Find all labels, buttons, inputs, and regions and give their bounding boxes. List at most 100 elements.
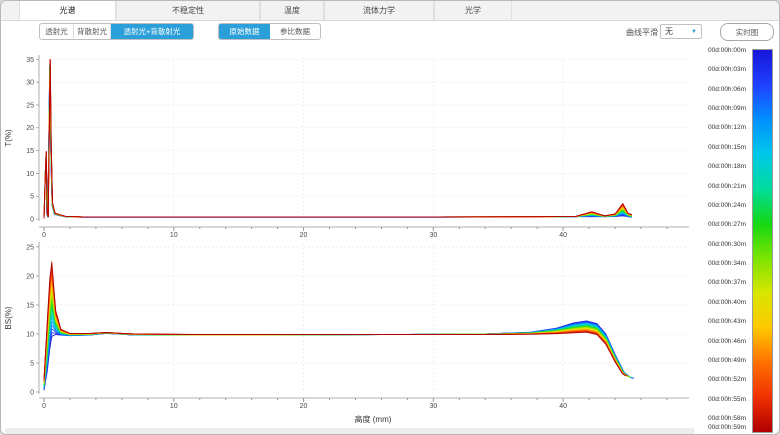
legend-time-label: 00d:00h:00m bbox=[694, 47, 746, 54]
horizontal-scrollbar[interactable] bbox=[5, 428, 695, 434]
chart-canvas[interactable]: 05101520253035010203040T(%)0510152025010… bbox=[1, 39, 701, 435]
y-axis-tick-label: 0 bbox=[30, 217, 34, 224]
scan-curve bbox=[44, 310, 631, 386]
signal-button[interactable]: 透射光+背散射光 bbox=[111, 24, 193, 39]
scan-curve bbox=[44, 61, 632, 219]
smoothing-value: 无 bbox=[665, 26, 673, 37]
scan-curve bbox=[44, 62, 632, 219]
tab-label: 流体力学 bbox=[363, 5, 395, 16]
x-axis-tick-label: 30 bbox=[429, 403, 437, 410]
scan-curve bbox=[44, 66, 632, 218]
y-axis-tick-label: 20 bbox=[26, 125, 34, 132]
legend-time-label: 00d:00h:59m bbox=[694, 424, 746, 431]
legend-time-label: 00d:00h:15m bbox=[694, 144, 746, 151]
legend-time-label: 00d:00h:34m bbox=[694, 260, 746, 267]
legend-time-label: 00d:00h:49m bbox=[694, 357, 746, 364]
signal-button-group: 透射光背散射光 透射光+背散射光 bbox=[39, 23, 194, 40]
tab-label: 不稳定性 bbox=[172, 5, 204, 16]
legend-time-label: 00d:00h:30m bbox=[694, 241, 746, 248]
scan-curve bbox=[44, 318, 632, 388]
dataset-button-label: 原始数据 bbox=[230, 26, 260, 37]
x-axis-tick-label: 0 bbox=[42, 403, 46, 410]
x-axis-tick-label: 40 bbox=[559, 232, 567, 239]
y-axis-tick-label: 0 bbox=[30, 390, 34, 397]
scan-curve bbox=[44, 277, 628, 382]
legend-time-label: 00d:00h:37m bbox=[694, 279, 746, 286]
x-axis-tick-label: 10 bbox=[170, 403, 178, 410]
signal-button[interactable]: 透射光 bbox=[40, 24, 74, 39]
scan-curve bbox=[44, 61, 632, 218]
signal-button-label: 透射光 bbox=[45, 26, 68, 37]
x-axis-tick-label: 40 bbox=[559, 403, 567, 410]
scan-curve bbox=[44, 62, 632, 218]
signal-button-label: 背散射光 bbox=[77, 26, 107, 37]
scan-curve bbox=[44, 269, 627, 380]
dataset-button[interactable]: 参比数据 bbox=[270, 24, 320, 39]
y-axis-title: BS(%) bbox=[4, 306, 13, 329]
legend-time-label: 00d:00h:09m bbox=[694, 105, 746, 112]
scan-curve bbox=[44, 59, 632, 218]
y-axis-tick-label: 35 bbox=[26, 57, 34, 64]
tab-2[interactable]: 不稳定性 bbox=[116, 1, 260, 20]
x-axis-tick-label: 20 bbox=[300, 403, 308, 410]
smoothing-select[interactable]: 无 ▼ bbox=[660, 24, 702, 39]
legend-time-label: 00d:00h:55m bbox=[694, 396, 746, 403]
scan-curve bbox=[44, 314, 632, 387]
dataset-button[interactable]: 原始数据 bbox=[219, 24, 270, 39]
y-axis-tick-label: 5 bbox=[30, 194, 34, 201]
time-legend: 00d:00h:00m 00d:00h:03m 00d:00h:06m 00d:00h… bbox=[694, 39, 779, 435]
y-axis-tick-label: 20 bbox=[26, 273, 34, 280]
scan-curve bbox=[44, 64, 632, 219]
tab-3[interactable]: 温度 bbox=[260, 1, 324, 20]
scan-curve bbox=[44, 63, 632, 218]
scan-curve bbox=[44, 64, 632, 218]
scan-curve bbox=[44, 266, 626, 380]
y-axis-tick-label: 25 bbox=[26, 244, 34, 251]
signal-button-label: 透射光+背散射光 bbox=[124, 26, 181, 37]
tab-1[interactable]: 光谱 bbox=[19, 1, 116, 20]
signal-button[interactable]: 背散射光 bbox=[74, 24, 111, 39]
x-axis-tick-label: 0 bbox=[42, 232, 46, 239]
scan-curve bbox=[44, 65, 632, 219]
tab-4[interactable]: 流体力学 bbox=[324, 1, 434, 20]
tab-label: 光谱 bbox=[60, 5, 76, 16]
scan-curve bbox=[44, 63, 632, 219]
y-axis-tick-label: 5 bbox=[30, 360, 34, 367]
legend-time-label: 00d:00h:43m bbox=[694, 318, 746, 325]
y-axis-title: T(%) bbox=[4, 129, 13, 147]
scan-curve bbox=[44, 60, 632, 218]
scan-curve bbox=[44, 60, 632, 219]
scan-curve bbox=[44, 307, 631, 386]
legend-time-label: 00d:00h:52m bbox=[694, 376, 746, 383]
scan-curve bbox=[44, 299, 630, 385]
legend-time-label: 00d:00h:12m bbox=[694, 124, 746, 131]
legend-time-label: 00d:00h:03m bbox=[694, 66, 746, 73]
scan-curve bbox=[44, 65, 632, 218]
scan-curve bbox=[44, 60, 632, 218]
scan-curve bbox=[44, 63, 632, 218]
scan-curve bbox=[44, 262, 626, 379]
y-axis-tick-label: 10 bbox=[26, 331, 34, 338]
realtime-chart-button-label: 实时图 bbox=[736, 27, 759, 38]
chevron-down-icon: ▼ bbox=[691, 29, 697, 35]
tab-label: 温度 bbox=[284, 5, 300, 16]
scan-curve bbox=[44, 64, 632, 218]
data-button-group: 原始数据 参比数据 bbox=[218, 23, 321, 40]
legend-time-label: 00d:00h:18m bbox=[694, 163, 746, 170]
legend-time-label: 00d:00h:21m bbox=[694, 183, 746, 190]
dataset-button-label: 参比数据 bbox=[280, 26, 310, 37]
legend-time-label: 00d:00h:24m bbox=[694, 202, 746, 209]
legend-time-label: 00d:00h:06m bbox=[694, 86, 746, 93]
application-window: 光谱不稳定性温度流体力学光学 透射光背散射光透射光+背散射光 原始数据参比数据 … bbox=[0, 0, 780, 435]
scan-curve bbox=[44, 303, 630, 385]
tab-5[interactable]: 光学 bbox=[434, 1, 512, 20]
scan-curve bbox=[44, 61, 632, 218]
legend-time-label: 00d:00h:46m bbox=[694, 338, 746, 345]
x-axis-title: 高度 (mm) bbox=[355, 414, 392, 424]
y-axis-tick-label: 15 bbox=[26, 148, 34, 155]
legend-time-label: 00d:00h:40m bbox=[694, 299, 746, 306]
legend-time-label: 00d:00h:27m bbox=[694, 221, 746, 228]
y-axis-tick-label: 25 bbox=[26, 102, 34, 109]
y-axis-tick-label: 10 bbox=[26, 171, 34, 178]
scan-curve bbox=[44, 295, 630, 384]
